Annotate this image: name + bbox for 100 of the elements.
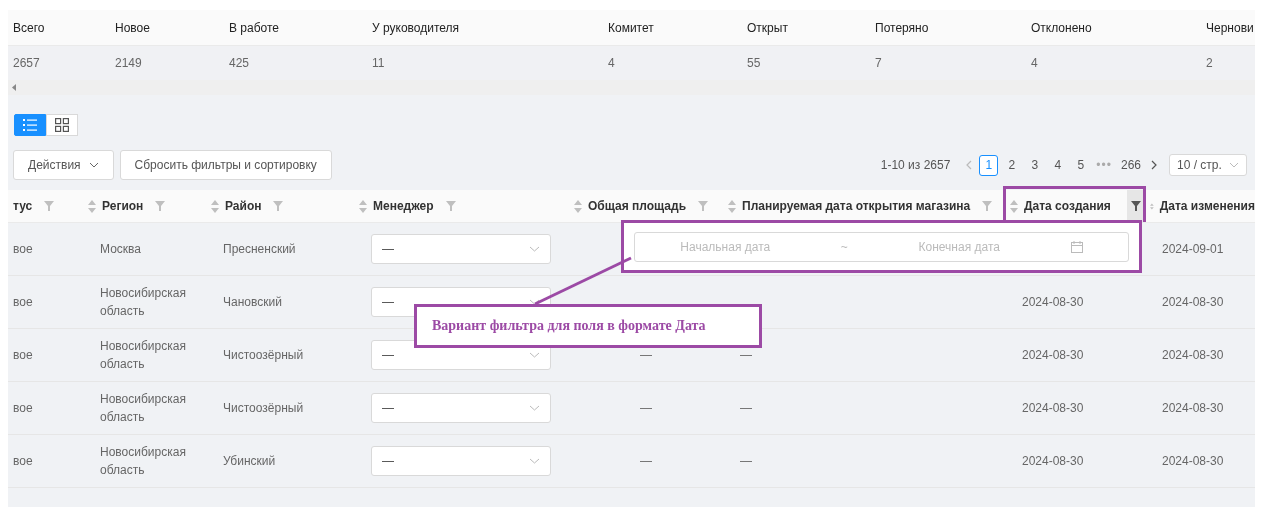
sort-icon[interactable] [211,199,219,213]
region-cell-text: Новосибирская область [100,391,187,426]
planned-date-cell: — [740,348,752,362]
modified-date-cell: 2024-08-30 [1162,454,1224,468]
summary-cell-text: 55 [746,56,762,70]
column-header: Дата изменения [1159,199,1255,213]
chevron-down-icon [529,299,540,305]
actions-dropdown-button[interactable]: Действия [13,150,114,180]
created-date-cell: 2024-08-30 [1022,295,1084,309]
sort-icon[interactable] [574,199,582,213]
summary-column-header: Открыт [746,20,789,35]
filter-icon [1131,201,1141,211]
manager-select[interactable]: — [371,234,551,264]
range-separator: ~ [840,239,848,254]
column-header: Менеджер [373,199,434,213]
summary-cell-text: 4 [607,56,616,70]
calendar-icon [1070,240,1083,253]
summary-column-header: Всего [12,20,46,35]
chevron-down-icon [529,246,540,252]
status-cell: вое [13,242,33,256]
manager-select[interactable]: — [371,446,551,476]
region-cell-text: Новосибирская область [100,338,187,373]
next-page-icon[interactable] [1151,160,1158,170]
status-cell: вое [13,295,33,309]
horizontal-scrollbar[interactable] [8,80,1255,95]
summary-cell-text: 2 [1205,56,1214,70]
summary-cell-text: 2149 [114,56,143,70]
summary-column-header: У руководителя [371,20,461,35]
column-header: Планируемая дата открытия магазина [742,199,971,213]
page-button[interactable]: 3 [1025,154,1045,176]
manager-select[interactable]: — [371,393,551,423]
sort-icon[interactable] [1010,199,1018,213]
summary-column-header: Чернови [1205,20,1255,35]
summary-cell-text: 7 [874,56,883,70]
page-button[interactable]: 4 [1048,154,1068,176]
region-cell-text: Новосибирская область [100,285,187,320]
created-date-cell: 2024-08-30 [1022,454,1084,468]
modified-date-cell: 2024-09-01 [1162,242,1224,256]
district-cell: Чистоозёрный [223,348,304,362]
column-header: Дата создания [1024,199,1111,213]
summary-cell-text: 2657 [12,56,41,70]
chevron-down-icon [1229,162,1239,168]
pagination-range: 1-10 из 2657 [880,158,951,172]
modified-date-cell: 2024-08-30 [1162,348,1224,362]
status-cell: вое [13,454,33,468]
page-size-select[interactable]: 10 / стр. [1169,154,1247,176]
area-cell: — [640,454,652,468]
status-cell: вое [13,401,33,415]
start-date-placeholder: Начальная дата [680,239,771,254]
planned-date-cell: — [740,401,752,415]
sort-icon[interactable] [359,199,367,213]
area-cell: — [640,401,652,415]
reset-filters-button[interactable]: Сбросить фильтры и сортировку [119,150,332,180]
chevron-down-icon [529,405,540,411]
modified-date-cell: 2024-08-30 [1162,401,1224,415]
filter-icon [44,201,55,211]
scroll-left-icon[interactable] [12,84,16,91]
summary-cell-text: 4 [1030,56,1039,70]
sort-icon[interactable] [728,199,736,213]
column-header: Район [225,199,262,213]
summary-column-header: Комитет [607,20,655,35]
status-cell: вое [13,348,33,362]
summary-cell-text: 425 [228,56,251,70]
sort-icon[interactable] [88,199,96,213]
annotation-text: Вариант фильтра для поля в формате Дата [432,318,706,334]
planned-date-cell: — [740,454,752,468]
filter-icon [273,201,284,211]
page-button[interactable]: 5 [1071,154,1091,176]
area-cell: — [640,348,652,362]
chevron-down-icon [529,352,540,358]
grid-view-button[interactable] [46,114,78,136]
chevron-down-icon [529,458,540,464]
previous-page-icon[interactable] [965,160,973,170]
summary-cell-text: 11 [371,56,386,70]
grid-icon [55,118,69,132]
list-icon [23,119,37,131]
chevron-down-icon [88,162,99,168]
end-date-placeholder: Конечная дата [918,239,1000,254]
filter-icon [698,201,708,211]
created-date-cell: 2024-08-30 [1022,348,1084,362]
district-cell: Убинский [223,454,276,468]
modified-date-cell: 2024-08-30 [1162,295,1224,309]
summary-column-header: Новое [114,20,151,35]
filter-icon [445,201,456,211]
page-button[interactable]: 2 [1002,154,1022,176]
column-header: тус [13,199,33,213]
summary-column-header: Потеряно [874,20,930,35]
filter-icon [155,201,166,211]
filter-icon [982,201,993,211]
district-cell: Пресненский [223,242,296,256]
column-header: Регион [102,199,144,213]
district-cell: Чистоозёрный [223,401,304,415]
summary-column-header: В работе [228,20,280,35]
page-button[interactable]: 266 [1117,154,1144,176]
summary-column-header: Отклонено [1030,20,1093,35]
region-cell-text: Москва [100,241,142,258]
region-cell-text: Новосибирская область [100,444,187,479]
created-date-cell: 2024-08-30 [1022,401,1084,415]
district-cell: Чановский [223,295,282,309]
column-header: Общая площадь [588,199,686,213]
